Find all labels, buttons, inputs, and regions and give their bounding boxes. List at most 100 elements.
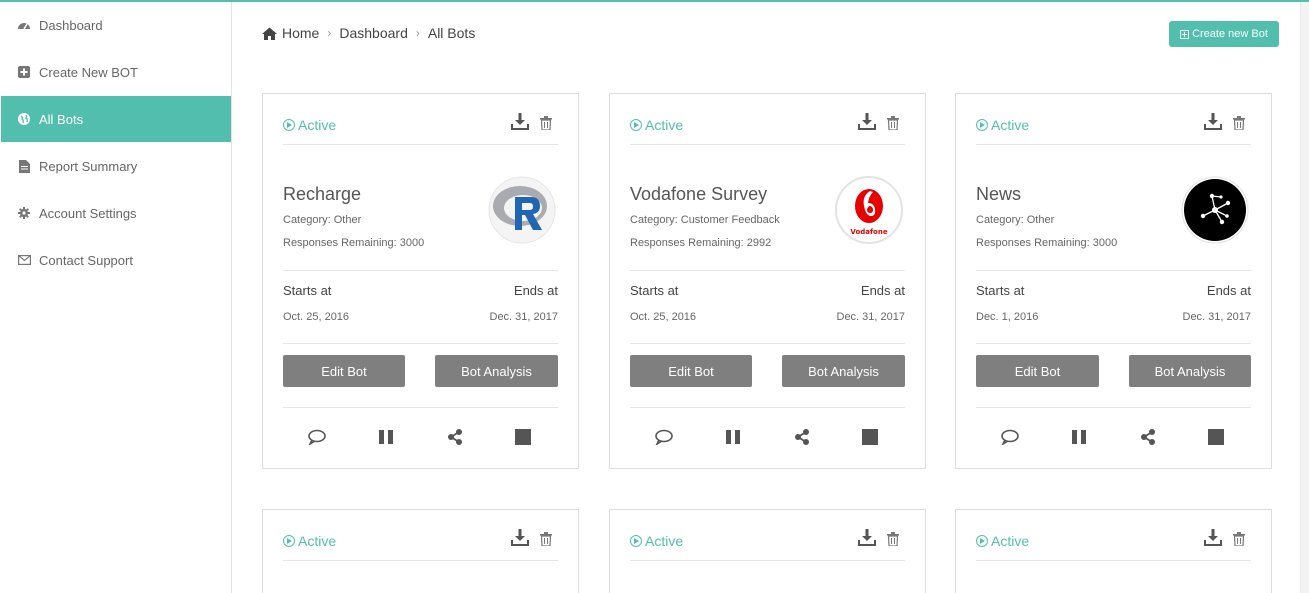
ends-label: Ends at [513,283,558,298]
status-badge[interactable]: Active [630,533,683,549]
end-date: Dec. 31, 2017 [489,311,559,323]
sidebar-item-account-settings[interactable]: Account Settings [1,190,231,236]
play-circle-icon [630,119,642,131]
network-logo-icon [1181,176,1249,244]
ends-label: Ends at [860,283,905,298]
edit-bot-button[interactable]: Edit Bot [976,355,1099,387]
vodafone-logo-icon: Vodafone [835,176,903,244]
divider [283,270,558,271]
bot-category: Category: Other [976,214,1055,226]
sidebar-item-contact-support[interactable]: Contact Support [1,237,231,283]
pause-icon[interactable] [377,428,395,446]
share-icon[interactable] [446,428,464,446]
status-badge[interactable]: Active [630,117,683,133]
bot-responses-remaining: Responses Remaining: 2992 [630,237,772,249]
divider [976,407,1251,408]
edit-bot-button[interactable]: Edit Bot [283,355,405,387]
status-badge[interactable]: Active [976,533,1029,549]
bot-card-news: Active News Category: Other Responses Re… [955,93,1272,469]
divider [630,560,905,561]
divider [630,144,905,145]
play-circle-icon [976,119,988,131]
trash-icon[interactable] [887,532,901,547]
end-date: Dec. 31, 2017 [1182,311,1252,323]
status-label: Active [645,533,684,549]
download-icon[interactable] [511,528,529,546]
stop-icon[interactable] [514,428,532,446]
start-date: Oct. 25, 2016 [283,311,350,323]
end-date: Dec. 31, 2017 [836,311,906,323]
bot-category: Category: Customer Feedback [630,214,780,226]
chevron-right-icon: › [415,26,420,40]
trash-icon[interactable] [540,116,554,131]
plus-square-icon [1180,29,1190,39]
starts-label: Starts at [976,283,1025,298]
sidebar-item-label: All Bots [39,111,84,127]
trash-icon[interactable] [887,116,901,131]
divider [976,343,1251,344]
edit-bot-button[interactable]: Edit Bot [630,355,752,387]
page-scrollbar[interactable] [1300,2,1309,593]
breadcrumb-current: All Bots [427,25,476,41]
create-new-bot-button[interactable]: Create new Bot [1169,21,1279,47]
play-circle-icon [283,535,295,547]
status-badge[interactable]: Active [976,117,1029,133]
status-label: Active [645,117,684,133]
status-label: Active [991,117,1030,133]
divider [283,343,558,344]
status-badge[interactable]: Active [283,117,336,133]
svg-text:Vodafone: Vodafone [850,228,887,236]
download-icon[interactable] [858,112,876,130]
comment-icon[interactable] [308,428,326,446]
breadcrumb: Home › Dashboard › All Bots [262,25,475,41]
starts-label: Starts at [283,283,332,298]
download-icon[interactable] [858,528,876,546]
download-icon[interactable] [1204,112,1222,130]
sidebar-item-all-bots[interactable]: All Bots [1,96,231,142]
download-icon[interactable] [511,112,529,130]
play-circle-icon [630,535,642,547]
comment-icon[interactable] [1001,428,1019,446]
sidebar: Dashboard Create New BOT All Bots Report… [0,2,232,593]
status-label: Active [298,533,337,549]
sidebar-item-report-summary[interactable]: Report Summary [1,143,231,189]
breadcrumb-dashboard[interactable]: Dashboard [339,25,408,41]
bot-analysis-button[interactable]: Bot Analysis [1129,355,1251,387]
bot-responses-remaining: Responses Remaining: 3000 [976,237,1118,249]
sidebar-item-label: Account Settings [39,205,137,221]
status-label: Active [298,117,337,133]
download-icon[interactable] [1204,528,1222,546]
sidebar-item-dashboard[interactable]: Dashboard [1,2,231,48]
home-icon [262,27,277,40]
pause-icon[interactable] [1070,428,1088,446]
start-date: Dec. 1, 2016 [976,311,1039,323]
trash-icon[interactable] [1233,116,1247,131]
bot-card: Active [955,509,1272,593]
create-new-bot-label: Create new Bot [1192,28,1268,40]
status-badge[interactable]: Active [283,533,336,549]
divider [976,144,1251,145]
sidebar-item-label: Contact Support [39,252,133,268]
trash-icon[interactable] [540,532,554,547]
bot-name: Recharge [283,184,362,204]
plus-square-icon [17,65,31,79]
starts-label: Starts at [630,283,679,298]
sidebar-item-create-new-bot[interactable]: Create New BOT [1,49,231,95]
divider [630,343,905,344]
bot-card: Active [262,509,579,593]
share-icon[interactable] [1139,428,1157,446]
bot-card-recharge: Active Recharge Category: Other Response… [262,93,579,469]
stop-icon[interactable] [1207,428,1225,446]
divider [283,144,558,145]
bot-analysis-button[interactable]: Bot Analysis [435,355,558,387]
breadcrumb-home[interactable]: Home [282,25,319,41]
comment-icon[interactable] [655,428,673,446]
divider [630,270,905,271]
share-icon[interactable] [793,428,811,446]
sidebar-item-label: Report Summary [39,158,138,174]
stop-icon[interactable] [861,428,879,446]
divider [283,560,558,561]
trash-icon[interactable] [1233,532,1247,547]
pause-icon[interactable] [724,428,742,446]
bot-analysis-button[interactable]: Bot Analysis [782,355,905,387]
